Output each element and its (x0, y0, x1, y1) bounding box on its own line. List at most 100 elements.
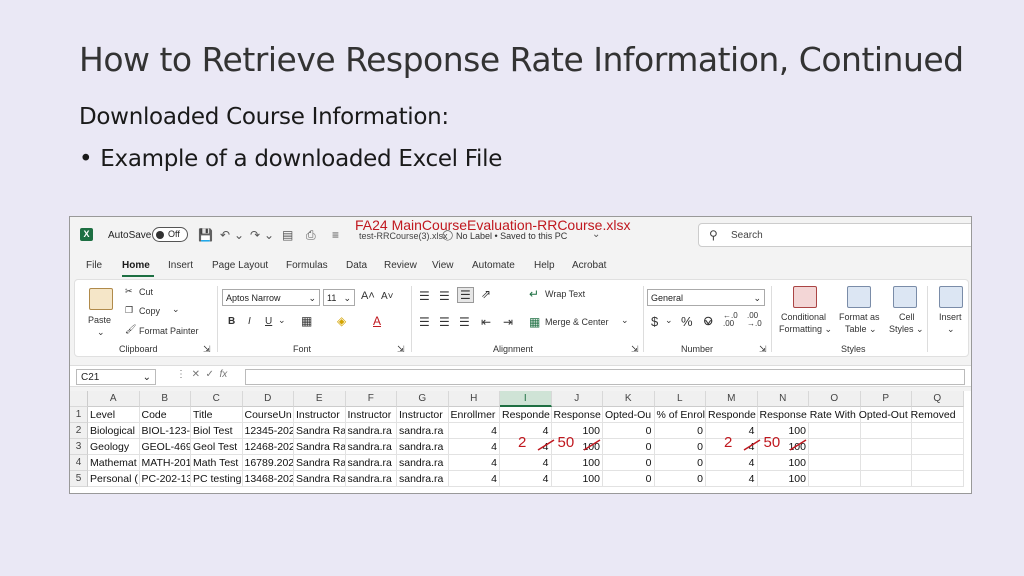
table-cell[interactable]: Personal ( (88, 471, 140, 487)
table-cell[interactable]: Title (191, 407, 243, 423)
tab-automate[interactable]: Automate (472, 260, 515, 271)
table-cell[interactable]: Opted-Ou (603, 407, 655, 423)
chevron-down-icon[interactable]: ⌄ (172, 304, 180, 315)
table-cell[interactable]: 0 (603, 439, 655, 455)
table-cell[interactable]: sandra.ra (345, 471, 397, 487)
column-header-l[interactable]: L (654, 391, 706, 407)
table-cell[interactable]: 100 (757, 455, 809, 471)
table-cell[interactable] (860, 423, 912, 439)
tab-insert[interactable]: Insert (168, 260, 193, 271)
table-cell[interactable]: 16789.202 (242, 455, 294, 471)
copy-icon[interactable]: ❐ (125, 305, 133, 316)
wrap-text-button[interactable]: Wrap Text (545, 289, 585, 299)
column-header-m[interactable]: M (706, 391, 758, 407)
table-cell[interactable] (860, 471, 912, 487)
column-header-g[interactable]: G (397, 391, 449, 407)
table-cell[interactable]: Responde (706, 407, 758, 423)
format-as-table-icon[interactable] (847, 286, 871, 308)
table-cell[interactable]: 4 (448, 423, 500, 439)
table-cell[interactable]: sandra.ra (397, 455, 449, 471)
chevron-down-icon[interactable]: ⌄ (278, 315, 286, 326)
align-center-icon[interactable]: ☰ (439, 315, 450, 329)
table-cell[interactable]: 13468-202 (242, 471, 294, 487)
table-cell[interactable]: 4 (706, 471, 758, 487)
table-cell[interactable]: Biological (88, 423, 140, 439)
table-cell[interactable]: sandra.ra (397, 423, 449, 439)
merge-center-button[interactable]: Merge & Center (545, 317, 609, 327)
column-header-p[interactable]: P (860, 391, 912, 407)
row-header[interactable]: 1 (70, 407, 88, 423)
search-input[interactable]: ⚲ Search (698, 223, 971, 247)
table-cell[interactable]: PC-202-13 (139, 471, 191, 487)
table-cell[interactable]: CourseUn (242, 407, 294, 423)
table-cell[interactable]: BIOL-123- (139, 423, 191, 439)
table-cell[interactable]: 4 (448, 471, 500, 487)
table-cell[interactable]: Instructor (345, 407, 397, 423)
chevron-down-icon[interactable]: ⌄ (97, 327, 105, 338)
conditional-formatting-button[interactable]: Formatting ⌄ (779, 324, 832, 335)
table-cell[interactable]: 0 (654, 471, 706, 487)
increase-font-icon[interactable]: A˄ (361, 290, 375, 302)
tab-file[interactable]: File (86, 260, 102, 271)
save-icon[interactable]: 💾 (198, 228, 213, 242)
format-as-table-label-1[interactable]: Format as (839, 312, 880, 322)
more-icon[interactable]: ⋮ (176, 369, 186, 380)
font-name-select[interactable]: Aptos Narrow ⌄ (222, 289, 320, 306)
row-header[interactable]: 2 (70, 423, 88, 439)
table-cell[interactable] (912, 439, 964, 455)
launcher-icon[interactable]: ⇲ (203, 344, 211, 355)
table-cell[interactable] (912, 455, 964, 471)
customize-toolbar-icon[interactable]: ≡ (332, 228, 339, 242)
table-cell[interactable]: 4 (500, 471, 552, 487)
tab-help[interactable]: Help (534, 260, 555, 271)
cell-styles-icon[interactable] (893, 286, 917, 308)
table-cell[interactable]: 100 (757, 471, 809, 487)
table-cell[interactable]: 12345-202 (242, 423, 294, 439)
underline-icon[interactable]: U (265, 316, 272, 327)
table-cell[interactable] (912, 423, 964, 439)
table-cell[interactable]: Mathemat (88, 455, 140, 471)
print-icon[interactable]: ⎙ (306, 228, 316, 243)
align-bottom-icon[interactable]: ☰ (457, 287, 474, 303)
increase-indent-icon[interactable]: ⇥ (503, 315, 513, 329)
column-header-b[interactable]: B (139, 391, 191, 407)
paste-button[interactable]: Paste (88, 315, 111, 325)
table-cell[interactable]: 0 (654, 455, 706, 471)
table-cell[interactable]: 0 (603, 423, 655, 439)
wrap-text-icon[interactable]: ↵ (529, 287, 539, 301)
table-cell[interactable]: Sandra Ra (294, 471, 346, 487)
table-cell[interactable]: 4 (448, 439, 500, 455)
table-cell[interactable]: sandra.ra (345, 455, 397, 471)
table-cell[interactable]: Response (551, 407, 603, 423)
tab-page-layout[interactable]: Page Layout (212, 260, 268, 271)
align-right-icon[interactable]: ☰ (459, 315, 470, 329)
table-cell[interactable]: 0 (603, 455, 655, 471)
font-color-icon[interactable]: A (373, 314, 381, 328)
increase-decimal-icon[interactable]: ←.0.00 (723, 312, 738, 328)
table-cell[interactable]: 0 (603, 471, 655, 487)
row-header[interactable]: 3 (70, 439, 88, 455)
enter-icon[interactable]: ✓ (206, 369, 214, 380)
bold-icon[interactable]: B (228, 316, 235, 327)
tab-data[interactable]: Data (346, 260, 367, 271)
table-cell[interactable]: Instructor (294, 407, 346, 423)
tab-review[interactable]: Review (384, 260, 417, 271)
table-cell[interactable] (860, 439, 912, 455)
table-cell[interactable]: GEOL-469- (139, 439, 191, 455)
table-cell[interactable]: Sandra Ra (294, 439, 346, 455)
table-cell[interactable]: sandra.ra (345, 423, 397, 439)
table-cell[interactable] (809, 471, 861, 487)
table-cell[interactable]: sandra.ra (345, 439, 397, 455)
launcher-icon[interactable]: ⇲ (631, 344, 639, 355)
format-painter-button[interactable]: Format Painter (139, 326, 199, 336)
paste-icon[interactable] (89, 288, 113, 310)
number-format-select[interactable]: General ⌄ (647, 289, 765, 306)
table-cell[interactable]: Sandra Ra (294, 423, 346, 439)
table-cell[interactable]: 4 (500, 455, 552, 471)
table-cell[interactable]: Biol Test (191, 423, 243, 439)
borders-icon[interactable]: ▦ (301, 314, 312, 328)
table-cell[interactable] (809, 439, 861, 455)
table-cell[interactable]: Sandra Ra (294, 455, 346, 471)
chevron-down-icon[interactable]: ⌄ (264, 228, 274, 242)
table-cell[interactable]: % of Enrol (654, 407, 706, 423)
